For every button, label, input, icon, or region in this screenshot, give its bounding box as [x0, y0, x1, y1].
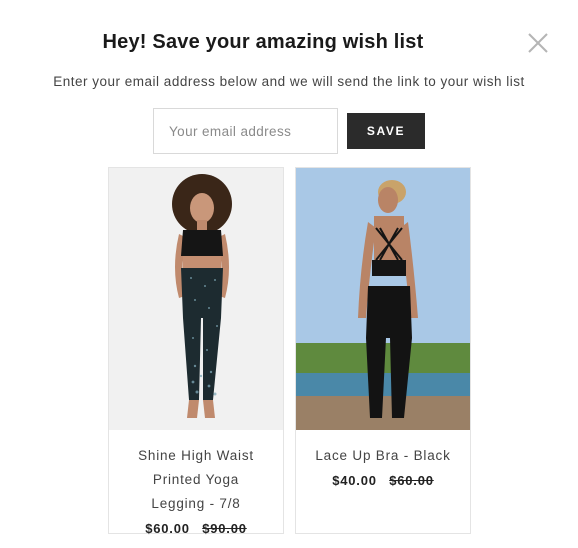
price-row: $40.00 $60.00: [296, 470, 470, 492]
product-name[interactable]: Lace Up Bra - Black: [296, 444, 470, 468]
save-button[interactable]: SAVE: [347, 113, 425, 149]
compare-at-price: $90.00: [202, 521, 247, 536]
email-field[interactable]: [153, 108, 338, 154]
close-button[interactable]: [527, 32, 549, 54]
close-icon: [528, 33, 548, 53]
modal-title: Hey! Save your amazing wish list: [102, 31, 424, 53]
product-name[interactable]: Shine High Waist Printed Yoga Legging - …: [109, 444, 283, 516]
product-info: Lace Up Bra - Black $40.00 $60.00: [296, 430, 470, 492]
product-image[interactable]: [109, 168, 283, 430]
product-card[interactable]: Shine High Waist Printed Yoga Legging - …: [108, 167, 284, 536]
product-card[interactable]: Lace Up Bra - Black $40.00 $60.00: [295, 167, 471, 534]
product-image[interactable]: [296, 168, 470, 430]
product-price: $60.00: [145, 521, 190, 536]
product-info: Shine High Waist Printed Yoga Legging - …: [109, 430, 283, 540]
wishlist-modal: Hey! Save your amazing wish list Enter y…: [0, 0, 578, 548]
compare-at-price: $60.00: [389, 473, 434, 488]
product-price: $40.00: [332, 473, 377, 488]
modal-subtitle: Enter your email address below and we wi…: [53, 74, 525, 89]
price-row: $60.00 $90.00: [109, 518, 283, 540]
